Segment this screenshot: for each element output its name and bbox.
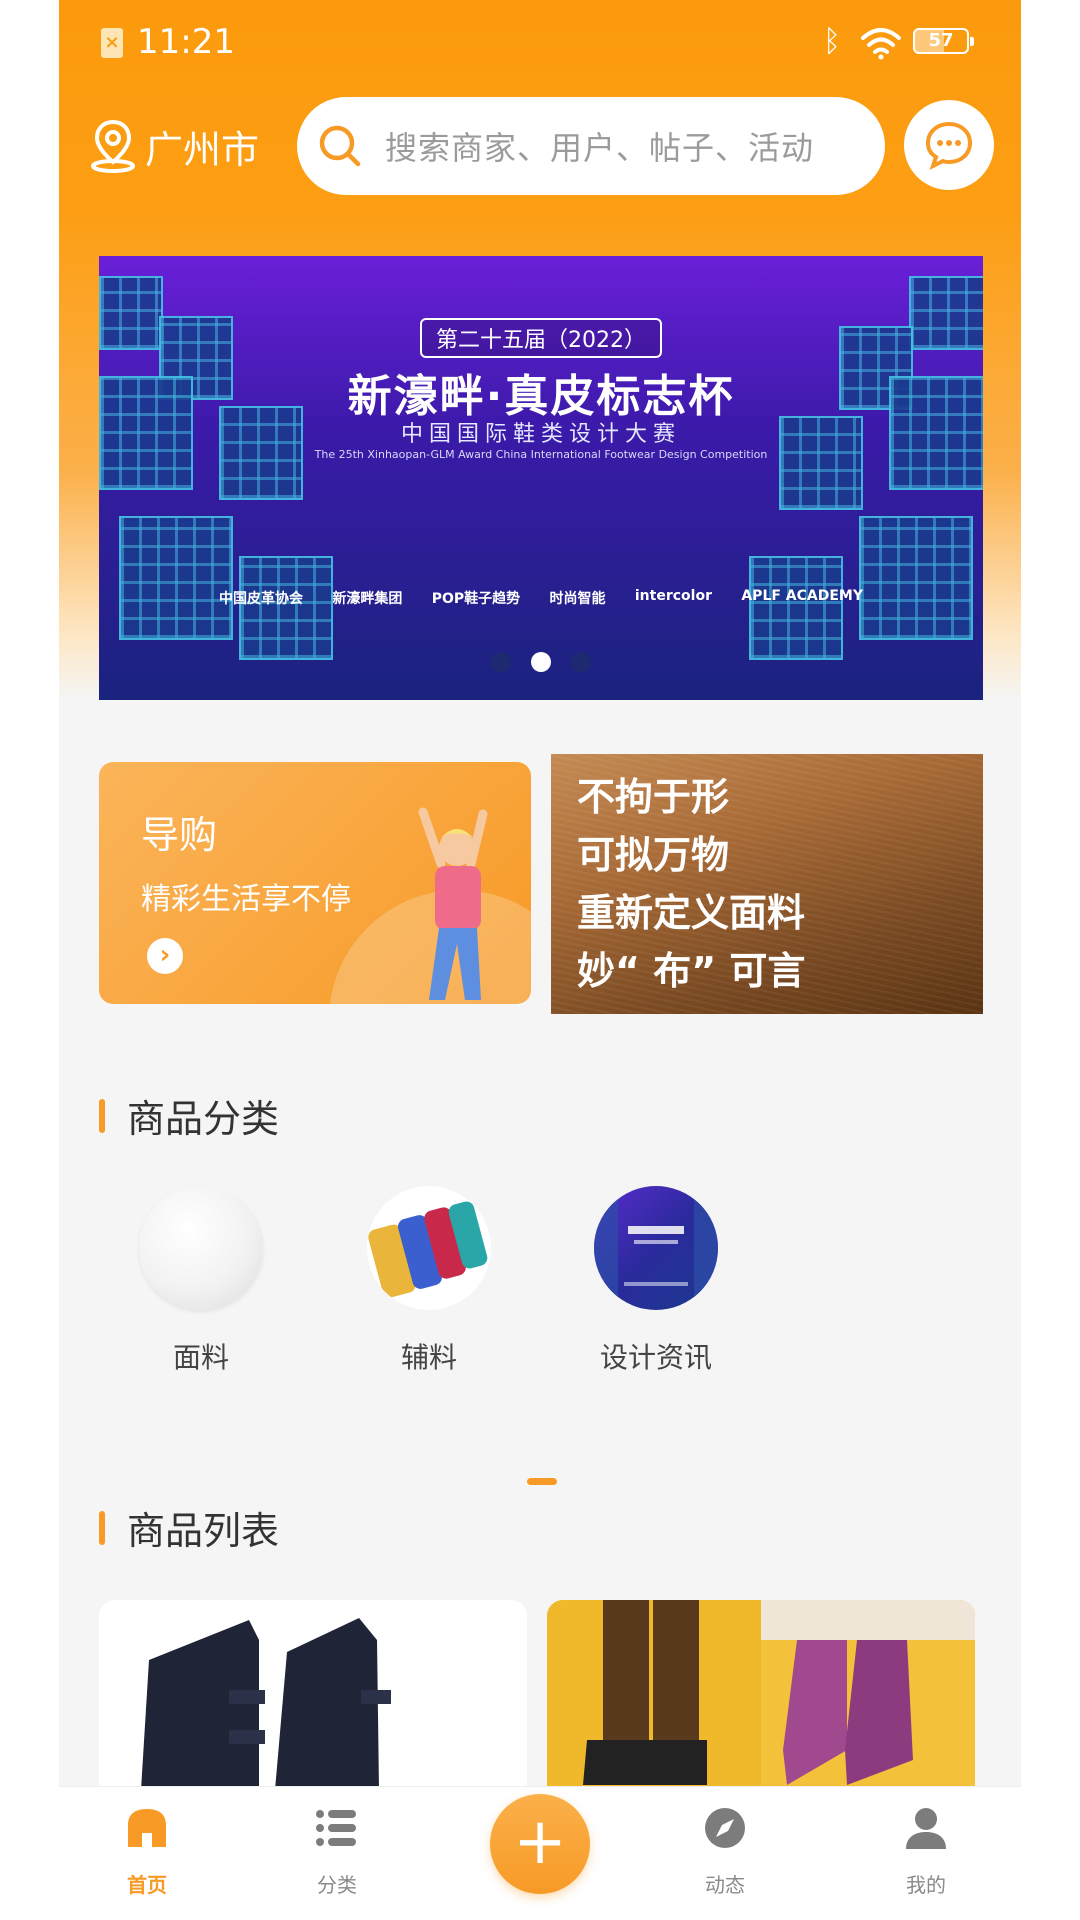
- category-label: 辅料: [400, 1341, 457, 1374]
- carousel-dot[interactable]: [491, 652, 511, 672]
- banner-decoration: [119, 516, 233, 640]
- bluetooth-icon: ᛒ: [823, 24, 841, 59]
- guide-title: 导购: [141, 813, 218, 857]
- cheering-person-illustration: [418, 807, 488, 1000]
- chat-icon: [925, 121, 973, 170]
- category-label: 设计资讯: [599, 1341, 712, 1374]
- tab-label: 首页: [127, 1873, 167, 1897]
- fabric-slogan: 不拘于形 可拟万物 重新定义面料 妙“ 布” 可言: [551, 768, 805, 1000]
- search-input[interactable]: 搜索商家、用户、帖子、活动: [297, 97, 885, 195]
- wifi-icon: [861, 28, 901, 60]
- category-list: 面料 辅料 设计资讯: [99, 1186, 983, 1374]
- city-name: 广州市: [145, 127, 260, 172]
- slogan-line: 重新定义面料: [577, 891, 806, 935]
- design-competition-thumbnail: [594, 1186, 718, 1310]
- section-title: 商品分类: [127, 1097, 280, 1141]
- sponsor-logo: 新濠畔集团: [332, 591, 403, 607]
- section-title: 商品列表: [127, 1509, 280, 1553]
- tab-category[interactable]: 分类: [267, 1805, 407, 1898]
- slogan-line: 不拘于形: [577, 775, 730, 819]
- scroll-indicator: [527, 1478, 557, 1485]
- section-accent-bar: [99, 1510, 105, 1545]
- slogan-line: 妙“ 布” 可言: [577, 949, 806, 993]
- category-item-design-news[interactable]: 设计资讯: [556, 1186, 756, 1376]
- add-post-button[interactable]: +: [490, 1794, 590, 1894]
- shopping-guide-card[interactable]: 导购 精彩生活享不停 ›: [99, 762, 531, 1004]
- product-card[interactable]: [547, 1600, 975, 1790]
- carousel-dot[interactable]: [571, 652, 591, 672]
- banner-decoration: [239, 556, 333, 660]
- location-pin-icon: [91, 119, 135, 173]
- compass-icon: [705, 1808, 745, 1848]
- battery-indicator: 57: [913, 28, 974, 54]
- location-selector[interactable]: 广州市: [89, 118, 259, 174]
- tab-label: 动态: [705, 1873, 745, 1897]
- message-button[interactable]: [904, 100, 994, 190]
- tab-label: 分类: [317, 1873, 357, 1897]
- category-section-header: 商品分类: [99, 1088, 279, 1143]
- sponsor-logo: intercolor: [634, 588, 712, 604]
- banner-carousel[interactable]: 第二十五届（2022） 新濠畔·真皮标志杯 中国国际鞋类设计大赛 The 25t…: [99, 256, 983, 700]
- status-time: 11:21: [137, 22, 235, 62]
- product-image-black-boots: [141, 1618, 391, 1790]
- banner-subtitle: 中国国际鞋类设计大赛: [400, 422, 681, 447]
- category-item-accessories[interactable]: 辅料: [329, 1186, 529, 1376]
- product-image-boots-pair: [547, 1600, 975, 1790]
- tab-home[interactable]: 首页: [77, 1805, 217, 1898]
- tab-label: 我的: [906, 1873, 946, 1897]
- carousel-dots: [99, 652, 983, 672]
- search-icon: [319, 125, 361, 167]
- home-icon: [128, 1809, 166, 1847]
- status-bar: × 11:21 ᛒ 57: [59, 0, 1021, 90]
- product-card[interactable]: [99, 1600, 527, 1790]
- search-placeholder: 搜索商家、用户、帖子、活动: [385, 129, 815, 167]
- banner-english-subtitle: The 25th Xinhaopan-GLM Award China Inter…: [314, 448, 768, 461]
- list-icon: [316, 1810, 356, 1846]
- sponsor-logo: 时尚智能: [549, 591, 606, 607]
- category-image: [139, 1186, 263, 1310]
- carousel-dot-active[interactable]: [531, 652, 551, 672]
- app-screen: × 11:21 ᛒ 57 广州市 搜索商家、用户、帖子、活动 第二十五届（202…: [59, 0, 1021, 1920]
- sponsor-logo: APLF ACADEMY: [741, 588, 863, 604]
- chevron-right-icon[interactable]: ›: [147, 938, 183, 974]
- ribbon-spools-image: [368, 1201, 488, 1298]
- user-icon: [906, 1808, 946, 1849]
- banner-title: 新濠畔·真皮标志杯: [347, 371, 735, 422]
- sponsor-logo: POP鞋子趋势: [431, 591, 521, 607]
- tab-feed[interactable]: 动态: [655, 1805, 795, 1898]
- category-image: [367, 1186, 491, 1310]
- banner-decoration: [859, 516, 973, 640]
- tab-profile[interactable]: 我的: [856, 1805, 996, 1898]
- category-label: 面料: [172, 1341, 229, 1374]
- banner-sponsor-logos: 中国皮革协会 新濠畔集团 POP鞋子趋势 时尚智能 intercolor APL…: [219, 588, 863, 608]
- category-image: [594, 1186, 718, 1310]
- sim-x-icon: ×: [101, 28, 123, 58]
- sponsor-logo: 中国皮革协会: [219, 591, 303, 607]
- category-item-fabric[interactable]: 面料: [101, 1186, 301, 1376]
- guide-subtitle: 精彩生活享不停: [141, 882, 351, 917]
- section-accent-bar: [99, 1098, 105, 1133]
- product-section-header: 商品列表: [99, 1500, 279, 1555]
- banner-tag: 第二十五届（2022）: [99, 318, 983, 358]
- banner-decoration: [749, 556, 843, 660]
- slogan-line: 可拟万物: [577, 833, 730, 877]
- fabric-promo-card[interactable]: 不拘于形 可拟万物 重新定义面料 妙“ 布” 可言: [551, 754, 983, 1014]
